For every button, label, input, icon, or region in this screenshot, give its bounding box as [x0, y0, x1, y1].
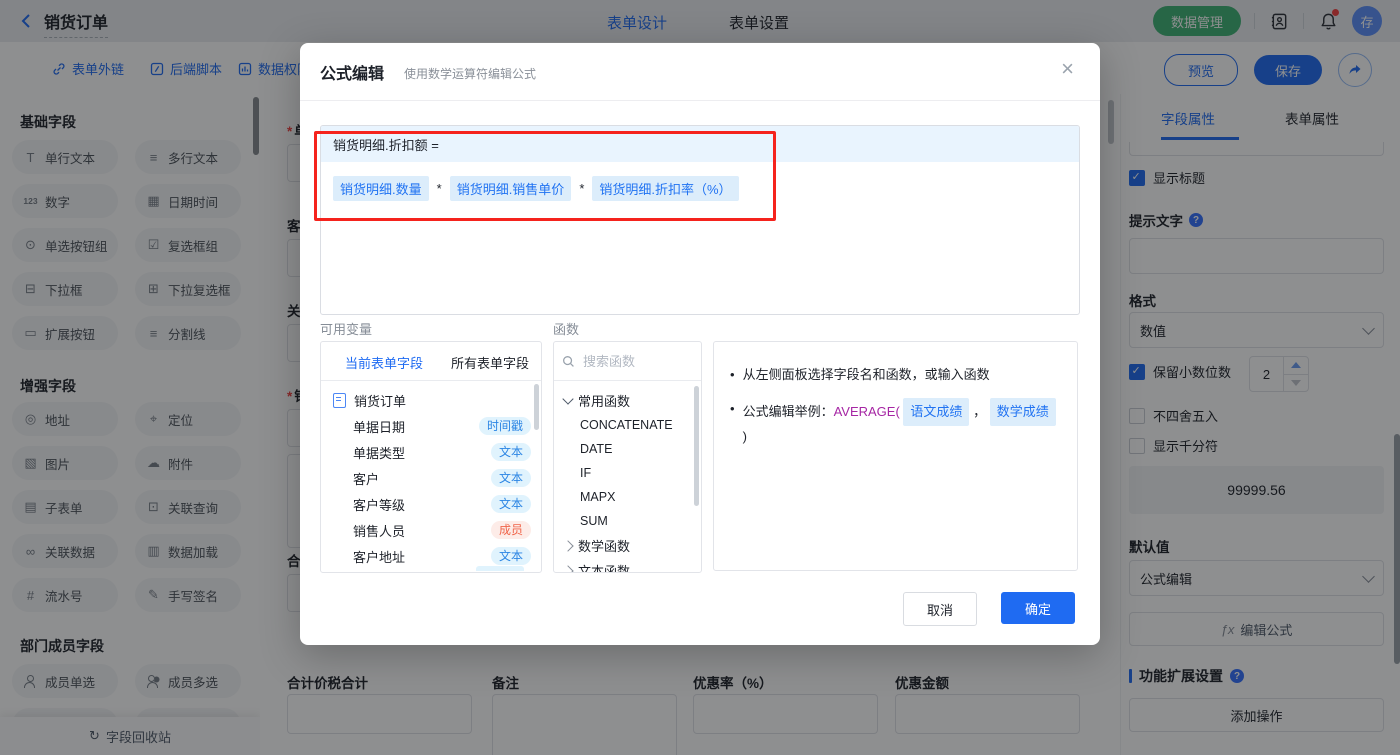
clipped-badge	[476, 566, 524, 571]
chevron-down-icon	[562, 393, 573, 404]
function-group-math[interactable]: 数学函数	[554, 533, 701, 558]
function-item[interactable]: MAPX	[554, 485, 701, 509]
functions-panel: 常用函数 CONCATENATE DATE IF MAPX SUM 数学函数 文…	[553, 341, 702, 573]
variable-name: 销售人员	[353, 521, 491, 540]
variable-name: 单据类型	[353, 443, 491, 462]
group-label: 文本函数	[578, 561, 630, 573]
tip-line-2: • 公式编辑举例：AVERAGE( 语文成绩 ， 数学成绩 )	[730, 398, 1061, 448]
cancel-button[interactable]: 取消	[903, 592, 977, 626]
search-icon	[562, 355, 575, 368]
variables-scrollbar[interactable]	[534, 384, 539, 430]
function-item[interactable]: CONCATENATE	[554, 413, 701, 437]
variables-panel: 当前表单字段 所有表单字段 销货订单 单据日期时间戳 单据类型文本 客户文本 客…	[320, 341, 542, 573]
modal-subtitle: 使用数学运算符编辑公式	[404, 65, 536, 82]
chevron-right-icon	[562, 540, 573, 551]
variables-label: 可用变量	[320, 319, 372, 338]
example-field-tag: 语文成绩	[903, 398, 969, 426]
type-badge: 时间戳	[479, 417, 531, 435]
functions-label: 函数	[553, 319, 579, 338]
function-search[interactable]	[554, 342, 701, 381]
variable-row[interactable]: 单据类型文本	[321, 439, 541, 465]
form-designer-app: 销货订单 表单设计 表单设置 数据管理 存 表单外链 后端脚本	[0, 0, 1400, 755]
formula-operator: *	[579, 181, 584, 196]
variable-root-row[interactable]: 销货订单	[321, 387, 541, 413]
variable-name: 客户	[353, 469, 491, 488]
variable-row[interactable]: 客户文本	[321, 465, 541, 491]
variable-name: 销货订单	[354, 391, 531, 410]
variable-row[interactable]: 销售人员成员	[321, 517, 541, 543]
type-badge: 文本	[491, 443, 531, 461]
function-search-input[interactable]	[581, 353, 680, 370]
type-badge: 文本	[491, 469, 531, 487]
modal-title: 公式编辑	[320, 60, 384, 84]
group-label: 数学函数	[578, 536, 630, 555]
function-name: AVERAGE(	[834, 404, 900, 419]
formula-expression[interactable]: 销货明细.数量 * 销货明细.销售单价 * 销货明细.折扣率（%）	[321, 162, 1079, 215]
function-group-common[interactable]: 常用函数	[554, 388, 701, 413]
function-item[interactable]: IF	[554, 461, 701, 485]
type-badge: 文本	[491, 495, 531, 513]
tip-text: 从左侧面板选择字段名和函数，或输入函数	[743, 364, 990, 386]
tip-line-1: • 从左侧面板选择字段名和函数，或输入函数	[730, 364, 1061, 386]
variable-name: 客户地址	[353, 547, 491, 566]
group-label: 常用函数	[578, 391, 630, 410]
formula-edit-modal: 公式编辑 使用数学运算符编辑公式 × 销货明细.折扣额 = 销货明细.数量 * …	[300, 43, 1100, 645]
formula-field-tag[interactable]: 销货明细.销售单价	[450, 176, 572, 201]
formula-editor[interactable]: 销货明细.折扣额 = 销货明细.数量 * 销货明细.销售单价 * 销货明细.折扣…	[320, 125, 1080, 315]
bullet-icon: •	[730, 398, 735, 420]
close-icon[interactable]: ×	[1055, 54, 1080, 84]
confirm-button[interactable]: 确定	[1001, 592, 1075, 624]
function-item[interactable]: DATE	[554, 437, 701, 461]
chevron-right-icon	[562, 565, 573, 573]
formula-field-tag[interactable]: 销货明细.数量	[333, 176, 429, 201]
variables-tabs: 当前表单字段 所有表单字段	[321, 342, 541, 381]
tab-all-form-fields[interactable]: 所有表单字段	[451, 353, 529, 372]
bullet-icon: •	[730, 364, 735, 386]
variable-row[interactable]: 单据日期时间戳	[321, 413, 541, 439]
formula-operator: *	[437, 181, 442, 196]
example-field-tag: 数学成绩	[990, 398, 1056, 426]
formula-field-tag[interactable]: 销货明细.折扣率（%）	[592, 176, 738, 201]
header-divider	[300, 100, 1100, 101]
type-badge: 成员	[491, 521, 531, 539]
function-group-text[interactable]: 文本函数	[554, 558, 701, 573]
tip-example: 公式编辑举例：AVERAGE( 语文成绩 ， 数学成绩 )	[743, 398, 1061, 448]
form-file-icon	[333, 393, 346, 408]
function-item[interactable]: SUM	[554, 509, 701, 533]
tips-panel: • 从左侧面板选择字段名和函数，或输入函数 • 公式编辑举例：AVERAGE( …	[713, 341, 1078, 571]
formula-target: 销货明细.折扣额 =	[321, 126, 1079, 162]
variable-row[interactable]: 客户等级文本	[321, 491, 541, 517]
functions-scrollbar[interactable]	[694, 386, 699, 506]
variable-name: 单据日期	[353, 417, 479, 436]
type-badge: 文本	[491, 547, 531, 565]
tab-current-form-fields[interactable]: 当前表单字段	[345, 353, 423, 372]
variable-name: 客户等级	[353, 495, 491, 514]
